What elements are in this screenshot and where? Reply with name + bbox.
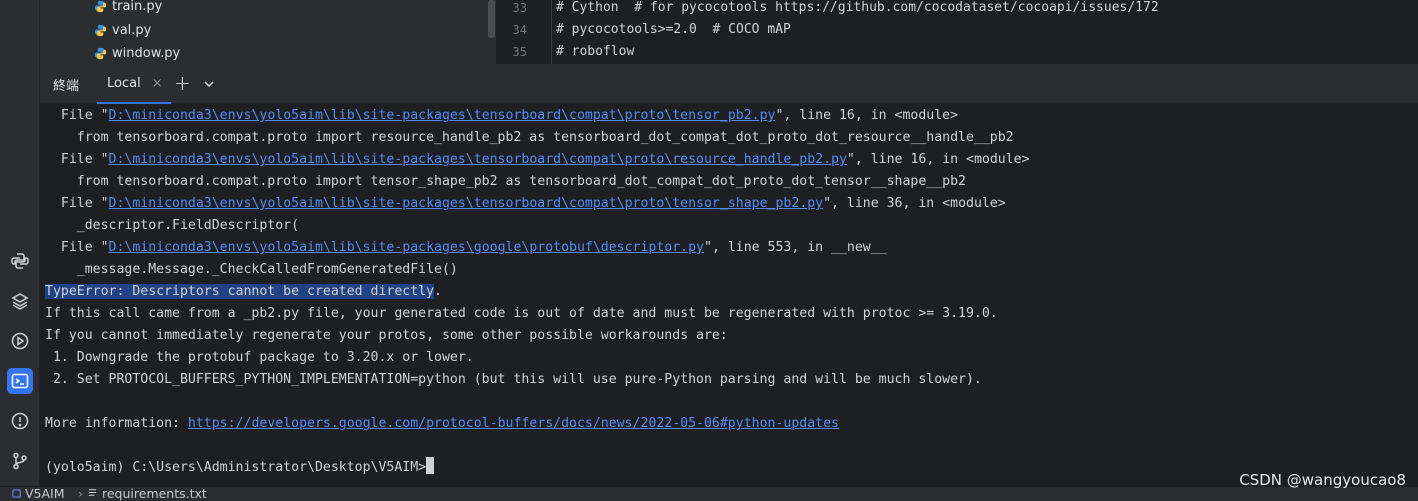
terminal-output[interactable]: File "D:\miniconda3\envs\yolo5aim\lib\si…: [40, 104, 1418, 486]
code-line[interactable]: # pycocotools>=2.0 # COCO mAP: [556, 22, 791, 37]
line-number-gutter: 33 34 35: [496, 0, 552, 64]
tree-scrollbar[interactable]: [488, 0, 495, 38]
python-console-icon[interactable]: [7, 248, 33, 274]
traceback-frame: File "D:\miniconda3\envs\yolo5aim\lib\si…: [45, 240, 887, 255]
breadcrumb-project[interactable]: V5AIM: [12, 486, 65, 501]
python-file-icon: [94, 0, 107, 13]
watermark: CSDN @wangyoucao8: [1239, 471, 1406, 489]
git-icon[interactable]: [7, 448, 33, 474]
traceback-frame: File "D:\miniconda3\envs\yolo5aim\lib\si…: [45, 196, 1006, 211]
python-file-icon: [94, 24, 107, 37]
line-number: 35: [512, 45, 527, 59]
file-name: train.py: [112, 0, 163, 14]
layers-icon[interactable]: [7, 288, 33, 314]
docs-link[interactable]: https://developers.google.com/protocol-b…: [188, 416, 839, 431]
tool-window-title: 終端: [53, 79, 80, 94]
file-link[interactable]: D:\miniconda3\envs\yolo5aim\lib\site-pac…: [109, 108, 776, 123]
prompt: (yolo5aim) C:\Users\Administrator\Deskto…: [45, 460, 427, 475]
code-line[interactable]: # Cython # for pycocotools https://githu…: [556, 0, 1159, 15]
file-link[interactable]: D:\miniconda3\envs\yolo5aim\lib\site-pac…: [109, 152, 847, 167]
close-icon[interactable]: ×: [152, 76, 163, 91]
file-link[interactable]: D:\miniconda3\envs\yolo5aim\lib\site-pac…: [109, 240, 704, 255]
module-icon: [12, 486, 21, 501]
message-line: If you cannot immediately regenerate you…: [45, 328, 728, 343]
traceback-frame: File "D:\miniconda3\envs\yolo5aim\lib\si…: [45, 108, 959, 123]
traceback-code: from tensorboard.compat.proto import ten…: [45, 174, 966, 189]
more-info-line: More information: https://developers.goo…: [45, 416, 839, 431]
line-number: 34: [512, 23, 527, 37]
terminal-tab-bar: 終端 Local × +: [40, 64, 1418, 104]
code-line[interactable]: # roboflow: [556, 44, 634, 59]
traceback-frame: File "D:\miniconda3\envs\yolo5aim\lib\si…: [45, 152, 1030, 167]
message-line: 1. Downgrade the protobuf package to 3.2…: [45, 350, 474, 365]
error-line: TypeError: Descriptors cannot be created…: [45, 284, 442, 299]
project-tree: train.py val.py window.py: [40, 0, 496, 64]
chevron-down-icon[interactable]: [202, 76, 216, 90]
line-number: 33: [512, 1, 527, 15]
tree-item-file[interactable]: train.py: [94, 0, 162, 17]
tab-label: Local: [107, 75, 141, 91]
prompt-line[interactable]: (yolo5aim) C:\Users\Administrator\Deskto…: [45, 457, 435, 479]
tab-local[interactable]: Local ×: [97, 64, 171, 104]
status-bar: V5AIM › requirements.txt: [0, 486, 1418, 501]
python-file-icon: [94, 47, 107, 60]
text-file-icon: [87, 486, 98, 501]
selected-text[interactable]: TypeError: Descriptors cannot be created…: [45, 284, 435, 299]
text-cursor: [426, 457, 435, 474]
terminal-icon[interactable]: [7, 368, 33, 394]
traceback-code: _message.Message._CheckCalledFromGenerat…: [45, 262, 458, 277]
tree-item-file[interactable]: window.py: [94, 42, 180, 64]
file-name: val.py: [112, 22, 152, 38]
file-link[interactable]: D:\miniconda3\envs\yolo5aim\lib\site-pac…: [109, 196, 824, 211]
file-name: window.py: [112, 45, 181, 61]
traceback-code: _descriptor.FieldDescriptor(: [45, 218, 300, 233]
message-line: If this call came from a _pb2.py file, y…: [45, 306, 998, 321]
tree-item-file[interactable]: val.py: [94, 19, 151, 41]
message-line: 2. Set PROTOCOL_BUFFERS_PYTHON_IMPLEMENT…: [45, 372, 982, 387]
add-tab-icon[interactable]: +: [174, 71, 191, 95]
traceback-code: from tensorboard.compat.proto import res…: [45, 130, 1014, 145]
problems-icon[interactable]: [7, 408, 33, 434]
code-editor[interactable]: 33 34 35 # Cython # for pycocotools http…: [496, 0, 1418, 64]
run-services-icon[interactable]: [7, 328, 33, 354]
tool-window-strip: [0, 0, 40, 486]
breadcrumb-file[interactable]: › requirements.txt: [78, 486, 207, 501]
